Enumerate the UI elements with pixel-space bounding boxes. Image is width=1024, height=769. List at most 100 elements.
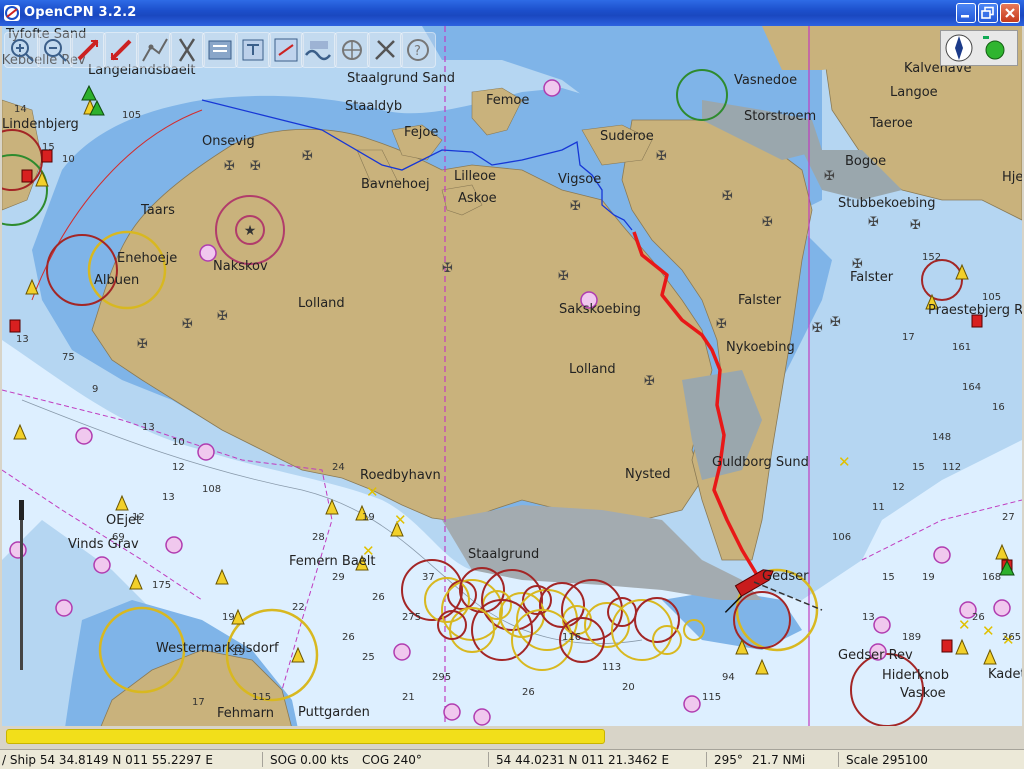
depth-sounding: 25 xyxy=(362,652,375,663)
place-label: Gedser xyxy=(762,569,809,584)
church-symbol: ✠ xyxy=(442,261,453,276)
depth-sounding: 10 xyxy=(62,154,75,165)
ais-icon xyxy=(342,40,362,60)
toolbar-zoom-out-button[interactable] xyxy=(37,32,73,68)
toolbar-scale-in-button[interactable] xyxy=(70,32,106,68)
title-bar[interactable]: OpenCPN 3.2.2 xyxy=(0,0,1024,26)
chart-svg[interactable]: ★ ✠✠✠✠✠✠✠✠✠✠✠✠✠ ✠✠✠✠✠✠✠✕✕✕✕✕ ✕ ✕ Staalgr… xyxy=(2,26,1022,748)
lateral-mark-red[interactable] xyxy=(9,319,21,333)
depth-sounding: 161 xyxy=(952,342,971,353)
place-label: Falster xyxy=(738,293,782,308)
compass-gps-widget[interactable] xyxy=(940,30,1018,66)
svg-text:?: ? xyxy=(414,44,421,59)
toolbar-tides-button[interactable] xyxy=(301,32,337,68)
special-mark-x[interactable]: ✕ xyxy=(838,453,851,471)
place-label: Westermarkelsdorf xyxy=(156,641,279,656)
toolbar-zoom-in-button[interactable] xyxy=(4,32,40,68)
obstruction-symbol[interactable] xyxy=(75,427,93,445)
obstruction-symbol[interactable] xyxy=(93,556,111,574)
church-symbol: ✠ xyxy=(558,269,569,284)
place-label: Vinds Grav xyxy=(68,537,139,552)
place-label: Langoe xyxy=(890,85,938,100)
obstruction-symbol[interactable] xyxy=(165,536,183,554)
obstruction-symbol[interactable] xyxy=(443,703,461,721)
depth-sounding: 12 xyxy=(892,482,905,493)
toolbar-help-button[interactable]: ? xyxy=(400,32,436,68)
lateral-mark-red[interactable] xyxy=(21,169,33,183)
obstruction-symbol[interactable] xyxy=(993,599,1011,617)
toolbar-current-button[interactable] xyxy=(268,32,304,68)
place-label: Bavnehoej xyxy=(361,177,430,192)
gps-status-icon xyxy=(983,36,1005,60)
depth-sounding: 26 xyxy=(342,632,355,643)
chart-coverage-bar[interactable] xyxy=(6,729,605,744)
depth-sounding: 26 xyxy=(372,592,385,603)
obstruction-symbol[interactable] xyxy=(543,79,561,97)
auto-follow-icon xyxy=(178,38,196,62)
depth-sounding: 20 xyxy=(622,682,635,693)
church-symbol: ✠ xyxy=(302,149,313,164)
depth-sounding: 295 xyxy=(432,672,451,683)
status-separator xyxy=(706,752,707,767)
zoom-scale-bar[interactable] xyxy=(18,500,26,670)
nautical-chart-canvas[interactable]: ★ ✠ ✠ ✠ ✠ ✠ ✠ ✠ ✠ ✠ ✠ ✠ ✠ ✠ ✠ ✠ ✠ ✠ ✠ ✠ … xyxy=(2,26,1022,748)
toolbar-ais-button[interactable] xyxy=(334,32,370,68)
chart-bar[interactable] xyxy=(2,726,1022,748)
toolbar-options-button[interactable] xyxy=(202,32,238,68)
depth-sounding: 21 xyxy=(402,692,415,703)
place-label: Puttgarden xyxy=(298,705,370,720)
obstruction-symbol[interactable] xyxy=(55,599,73,617)
lateral-mark-red[interactable] xyxy=(941,639,953,653)
depth-sounding: 105 xyxy=(982,292,1001,303)
obstruction-symbol[interactable] xyxy=(197,443,215,461)
minimize-button[interactable] xyxy=(956,3,976,23)
depth-sounding: 13 xyxy=(862,612,875,623)
restore-button[interactable] xyxy=(978,3,998,23)
toolbar-route-button[interactable] xyxy=(136,32,172,68)
depth-sounding: 15 xyxy=(882,572,895,583)
place-label: Taeroe xyxy=(869,116,913,131)
compass-icon xyxy=(945,34,973,62)
place-label: Taars xyxy=(140,203,175,218)
toolbar-auto-follow-button[interactable] xyxy=(169,32,205,68)
toolbar-settings-button[interactable] xyxy=(367,32,403,68)
church-symbol: ✠ xyxy=(656,149,667,164)
church-symbol: ✠ xyxy=(868,215,879,230)
church-symbol: ✠ xyxy=(812,321,823,336)
status-separator xyxy=(262,752,263,767)
depth-sounding: 105 xyxy=(122,110,141,121)
place-label: Fejoe xyxy=(404,125,438,140)
special-mark-x[interactable]: ✕ xyxy=(366,483,379,501)
depth-sounding: 94 xyxy=(722,672,735,683)
obstruction-symbol[interactable] xyxy=(393,643,411,661)
close-button[interactable] xyxy=(1000,3,1020,23)
church-symbol: ✠ xyxy=(250,159,261,174)
depth-sounding: 17 xyxy=(192,697,205,708)
depth-sounding: 16 xyxy=(992,402,1005,413)
svg-text:★: ★ xyxy=(244,223,257,239)
place-label: Albuen xyxy=(94,273,139,288)
place-label: Onsevig xyxy=(202,134,255,149)
church-symbol: ✠ xyxy=(644,374,655,389)
obstruction-symbol[interactable] xyxy=(683,695,701,713)
toolbar-text-button[interactable] xyxy=(235,32,271,68)
place-label: Nakskov xyxy=(213,259,268,274)
app-window: OpenCPN 3.2.2 ★ ✠ ✠ ✠ ✠ ✠ ✠ ✠ ✠ ✠ ✠ ✠ ✠ … xyxy=(0,0,1024,769)
place-label: Fehmarn xyxy=(217,706,274,721)
special-mark-x[interactable]: ✕ xyxy=(958,616,971,634)
obstruction-symbol[interactable] xyxy=(473,708,491,726)
obstruction-symbol[interactable] xyxy=(873,616,891,634)
special-mark-x[interactable]: ✕ xyxy=(394,511,407,529)
place-label: Vaskoe xyxy=(900,686,946,701)
cursor-bearing: 295° xyxy=(714,753,743,767)
obstruction-symbol[interactable] xyxy=(933,546,951,564)
depth-sounding: 19 xyxy=(232,647,245,658)
depth-sounding: 19 xyxy=(222,612,235,623)
depth-sounding: 28 xyxy=(312,532,325,543)
church-symbol: ✠ xyxy=(570,199,581,214)
depth-sounding: 37 xyxy=(422,572,435,583)
place-label: Sakskoebing xyxy=(559,302,641,317)
text-icon xyxy=(242,39,264,61)
toolbar-scale-out-button[interactable] xyxy=(103,32,139,68)
special-mark-x[interactable]: ✕ xyxy=(982,622,995,640)
